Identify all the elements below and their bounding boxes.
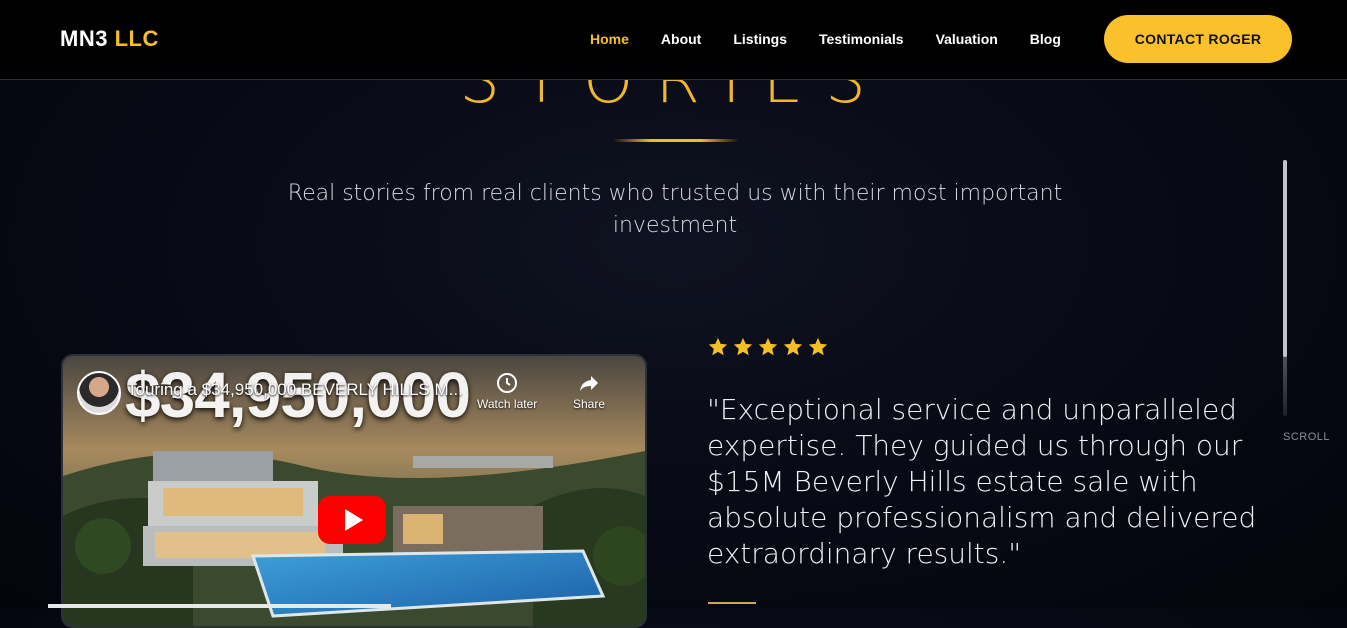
star-icon	[808, 337, 828, 356]
watch-later-control[interactable]: Watch later	[477, 372, 537, 411]
section-subtitle: Real stories from real clients who trust…	[287, 181, 1063, 238]
bottom-progress-bar	[48, 604, 391, 608]
nav-item-testimonials[interactable]: Testimonials	[819, 31, 904, 47]
youtube-play-icon[interactable]	[318, 496, 386, 544]
nav-item-about[interactable]: About	[661, 31, 701, 47]
quote-divider	[708, 602, 756, 604]
share-label: Share	[573, 397, 606, 411]
youtube-video-embed[interactable]: $34,950,000 Touring a $34,950,000 BEVERL…	[61, 354, 647, 628]
nav-item-valuation[interactable]: Valuation	[936, 31, 998, 47]
contact-roger-button[interactable]: CONTACT ROGER	[1104, 15, 1292, 63]
main-menu: Home About Listings Testimonials Valuati…	[590, 31, 1093, 47]
brand-logo[interactable]: MN3 LLC	[60, 26, 159, 52]
logo-accent: LLC	[114, 26, 159, 51]
star-icon	[783, 337, 803, 356]
testimonial-quote: "Exceptional service and unparalleled ex…	[707, 393, 1257, 570]
clock-icon	[497, 373, 518, 393]
scroll-indicator-thumb[interactable]	[1283, 160, 1287, 357]
share-arrow-icon	[580, 376, 599, 391]
video-title[interactable]: Touring a $34,950,000 BEVERLY HILLS M...	[127, 380, 463, 400]
star-icon	[708, 337, 728, 356]
star-icon	[758, 337, 778, 356]
nav-item-blog[interactable]: Blog	[1030, 31, 1061, 47]
top-navbar: MN3 LLC Home About Listings Testimonials…	[0, 0, 1347, 80]
nav-item-listings[interactable]: Listings	[733, 31, 787, 47]
share-control[interactable]: Share	[573, 372, 605, 411]
star-rating	[707, 336, 829, 358]
nav-item-home[interactable]: Home	[590, 31, 629, 47]
logo-main: MN3	[60, 26, 108, 51]
scroll-label: SCROLL	[1283, 431, 1331, 443]
star-icon	[733, 337, 753, 356]
watch-later-label: Watch later	[477, 397, 538, 411]
channel-avatar[interactable]	[77, 371, 121, 415]
heading-underline	[613, 139, 739, 142]
